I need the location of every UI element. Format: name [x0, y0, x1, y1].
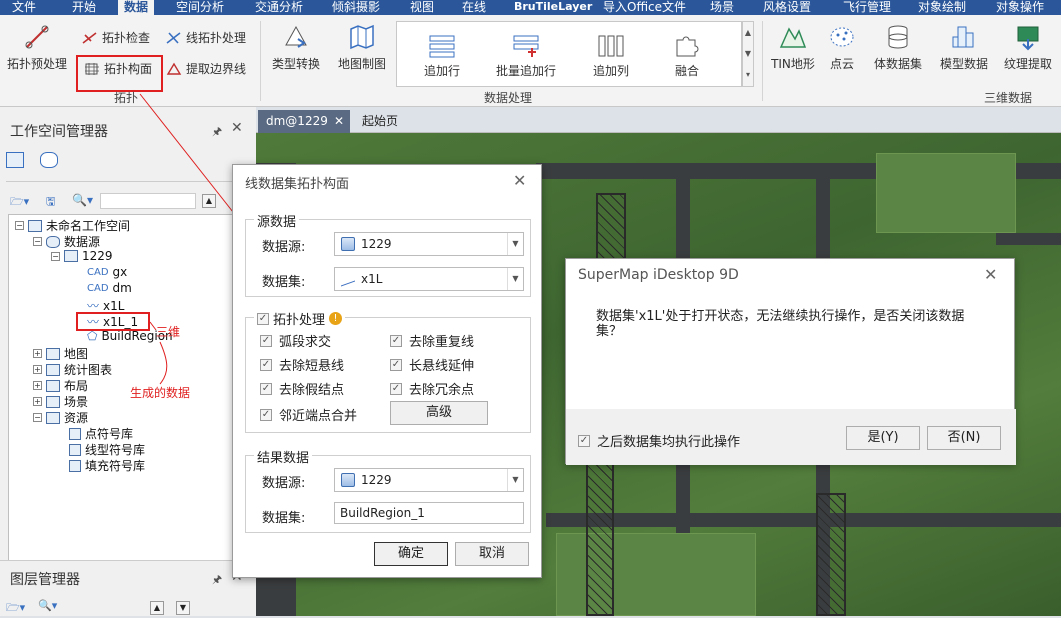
- checkbox-box: ✓: [260, 358, 272, 371]
- dataset-value: x1L: [361, 272, 383, 286]
- checkbox-box: ✓: [578, 434, 590, 447]
- checkbox-box: ✓: [390, 382, 402, 395]
- document-tabs: dm@1229 ✕ 起始页: [256, 107, 1061, 133]
- result-dataset-input[interactable]: BuildRegion_1: [334, 502, 524, 524]
- option-remove-pseudo-node[interactable]: ✓ 去除假结点: [260, 379, 344, 398]
- checkbox-box: ✓: [260, 334, 272, 347]
- move-up-icon[interactable]: ▲: [150, 601, 164, 615]
- option-remove-redundant-vertex[interactable]: ✓ 去除冗余点: [390, 379, 474, 398]
- move-down-icon[interactable]: ▼: [176, 601, 190, 615]
- scene-tower: [816, 493, 846, 616]
- chevron-down-icon: ▼: [507, 233, 523, 255]
- apply-all-label: 之后数据集均执行此操作: [597, 435, 741, 450]
- option-extend-long-dangle[interactable]: ✓ 长悬线延伸: [390, 355, 474, 374]
- checkbox-box: ✓: [390, 334, 402, 347]
- datasource-icon: [341, 473, 355, 487]
- ok-button[interactable]: 确定: [374, 542, 448, 566]
- layer-panel: 图层管理器 🖈 ✕ 🗁▾ 🔍▾ ▲ ▼: [0, 560, 256, 616]
- tab-dm-1229[interactable]: dm@1229 ✕: [258, 110, 350, 133]
- scene-road: [546, 513, 1061, 527]
- cancel-button[interactable]: 取消: [455, 542, 529, 566]
- scene-field: [876, 153, 1016, 233]
- dataset-select[interactable]: x1L ▼: [334, 267, 524, 291]
- option-remove-duplicate[interactable]: ✓ 去除重复线: [390, 331, 474, 350]
- checkbox-box: ✓: [390, 358, 402, 371]
- datasource-icon: [341, 237, 355, 251]
- chevron-down-icon: ▼: [507, 469, 523, 491]
- result-datasource-label: 数据源:: [262, 476, 306, 491]
- option-arc-intersect[interactable]: ✓ 弧段求交: [260, 331, 331, 350]
- chevron-down-icon: ▼: [507, 268, 523, 290]
- checkbox-box: ✓: [260, 408, 272, 421]
- search-dropdown-icon[interactable]: 🔍▾: [38, 599, 57, 612]
- apply-all-checkbox[interactable]: ✓ 之后数据集均执行此操作: [578, 431, 740, 450]
- topo-process-checkbox[interactable]: ✓: [257, 312, 269, 325]
- close-icon[interactable]: ✕: [513, 171, 526, 190]
- topo-process-legend: ✓ 拓扑处理 !: [254, 309, 346, 328]
- pin-icon[interactable]: 🖈: [212, 571, 222, 590]
- result-dataset-label: 数据集:: [262, 511, 306, 526]
- option-label: 弧段求交: [279, 335, 332, 350]
- line-dataset-icon: [341, 271, 355, 287]
- source-data-group: 源数据 数据源: 1229 ▼ 数据集: x1L ▼: [245, 211, 531, 297]
- option-label: 邻近端点合并: [279, 409, 358, 424]
- option-label: 去除重复线: [409, 335, 475, 350]
- dataset-label: 数据集:: [262, 275, 306, 290]
- option-remove-short-dangle[interactable]: ✓ 去除短悬线: [260, 355, 344, 374]
- option-label: 长悬线延伸: [409, 359, 475, 374]
- topo-process-group: ✓ 拓扑处理 ! ✓ 弧段求交 ✓ 去除重复线 ✓ 去除短悬线 ✓ 长悬线延伸 ✓ 去除假…: [245, 309, 531, 433]
- confirm-dialog-title: SuperMap iDesktop 9D: [578, 267, 739, 283]
- datasource-select[interactable]: 1229 ▼: [334, 232, 524, 256]
- source-data-legend: 源数据: [254, 211, 300, 230]
- dialog-title: 线数据集拓扑构面: [245, 177, 350, 192]
- tab-label: dm@1229: [266, 114, 328, 128]
- checkbox-box: ✓: [260, 382, 272, 395]
- layer-options-icon[interactable]: 🗁▾: [6, 599, 25, 618]
- confirm-message: 数据集'x1L'处于打开状态，无法继续执行操作，是否关闭该数据集？: [596, 309, 965, 339]
- topo-polygon-dialog: 线数据集拓扑构面 ✕ 源数据 数据源: 1229 ▼ 数据集: x1L ▼ ✓ 拓扑…: [232, 164, 542, 578]
- no-button[interactable]: 否(N): [927, 426, 1001, 450]
- option-merge-adjacent-endpoints[interactable]: ✓ 邻近端点合并: [260, 405, 357, 424]
- advanced-button[interactable]: 高级: [390, 401, 488, 425]
- confirm-dialog: SuperMap iDesktop 9D ✕ 数据集'x1L'处于打开状态，无法…: [565, 258, 1016, 465]
- scene-road: [996, 233, 1061, 245]
- close-icon[interactable]: ✕: [984, 265, 997, 284]
- yes-button[interactable]: 是(Y): [846, 426, 920, 450]
- layer-panel-title: 图层管理器: [10, 572, 80, 588]
- option-label: 去除短悬线: [279, 359, 345, 374]
- topo-process-label: 拓扑处理: [273, 313, 326, 328]
- tab-close-icon[interactable]: ✕: [334, 110, 344, 132]
- datasource-label: 数据源:: [262, 240, 306, 255]
- info-icon[interactable]: !: [329, 312, 343, 325]
- result-data-group: 结果数据 数据源: 1229 ▼ 数据集: BuildRegion_1: [245, 447, 531, 533]
- result-datasource-select[interactable]: 1229 ▼: [334, 468, 524, 492]
- option-label: 去除冗余点: [409, 383, 475, 398]
- option-label: 去除假结点: [279, 383, 345, 398]
- datasource-value: 1229: [361, 237, 392, 251]
- result-datasource-value: 1229: [361, 473, 392, 487]
- checkbox-box: ✓: [257, 312, 269, 325]
- result-data-legend: 结果数据: [254, 447, 313, 466]
- tab-start-page[interactable]: 起始页: [354, 110, 406, 133]
